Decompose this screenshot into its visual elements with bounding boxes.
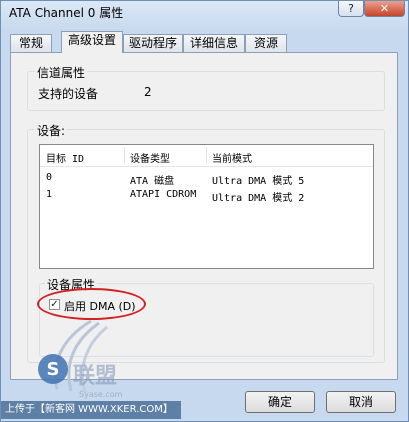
- row-target-id: 1: [46, 189, 53, 200]
- row-current-mode: Ultra DMA 模式 5: [212, 176, 305, 187]
- help-button[interactable]: ?: [338, 1, 364, 17]
- supported-devices-label: 支持的设备: [38, 87, 99, 101]
- svg-text:Syase.com: Syase.com: [79, 390, 123, 399]
- column-device-type[interactable]: 设备类型: [130, 150, 170, 165]
- table-row[interactable]: 1 ATAPI CDROM Ultra DMA 模式 2: [40, 187, 373, 204]
- tab-driver[interactable]: 驱动程序: [123, 34, 183, 52]
- properties-window: ATA Channel 0 属性 ? ✕ 常规 高级设置 驱动程序 详细信息 资…: [0, 0, 409, 422]
- window-title: ATA Channel 0 属性: [9, 6, 124, 20]
- tab-resources[interactable]: 资源: [245, 34, 287, 52]
- row-target-id: 0: [46, 172, 53, 183]
- svg-text:联盟: 联盟: [73, 364, 117, 389]
- enable-dma-checkbox[interactable]: ✓: [49, 299, 60, 310]
- device-list-header: 目标 ID 设备类型 当前模式: [40, 145, 373, 167]
- tab-advanced[interactable]: 高级设置: [61, 31, 123, 53]
- row-current-mode: Ultra DMA 模式 2: [212, 193, 305, 204]
- svg-text:S: S: [47, 359, 60, 380]
- row-device-type: ATA 磁盘: [130, 176, 175, 187]
- column-separator[interactable]: [124, 147, 125, 164]
- devices-title: 设备:: [35, 122, 68, 139]
- check-mark-icon: ✓: [50, 299, 59, 310]
- ok-button[interactable]: 确定: [245, 391, 315, 413]
- row-device-type: ATAPI CDROM: [130, 189, 197, 200]
- column-separator[interactable]: [206, 147, 207, 164]
- table-row[interactable]: 0 ATA 磁盘 Ultra DMA 模式 5: [40, 170, 373, 187]
- column-current-mode[interactable]: 当前模式: [212, 150, 252, 165]
- watermark-logo: S 联盟 Syase.com: [38, 319, 123, 399]
- column-target-id[interactable]: 目标 ID: [46, 150, 84, 165]
- device-list[interactable]: 目标 ID 设备类型 当前模式 0 ATA 磁盘 Ultra DMA 模式 5 …: [39, 144, 374, 269]
- device-properties-title: 设备属性: [45, 276, 98, 293]
- enable-dma-label[interactable]: 启用 DMA (D): [64, 298, 136, 314]
- channel-properties-title: 信道属性: [35, 64, 88, 81]
- supported-devices-value: 2: [144, 85, 152, 99]
- upload-watermark: 上传于【新客网 WWW.XKER.COM】: [1, 401, 181, 419]
- close-button[interactable]: ✕: [364, 1, 405, 17]
- cancel-button[interactable]: 取消: [326, 391, 396, 413]
- tab-details[interactable]: 详细信息: [183, 34, 245, 52]
- tab-general[interactable]: 常规: [10, 34, 52, 52]
